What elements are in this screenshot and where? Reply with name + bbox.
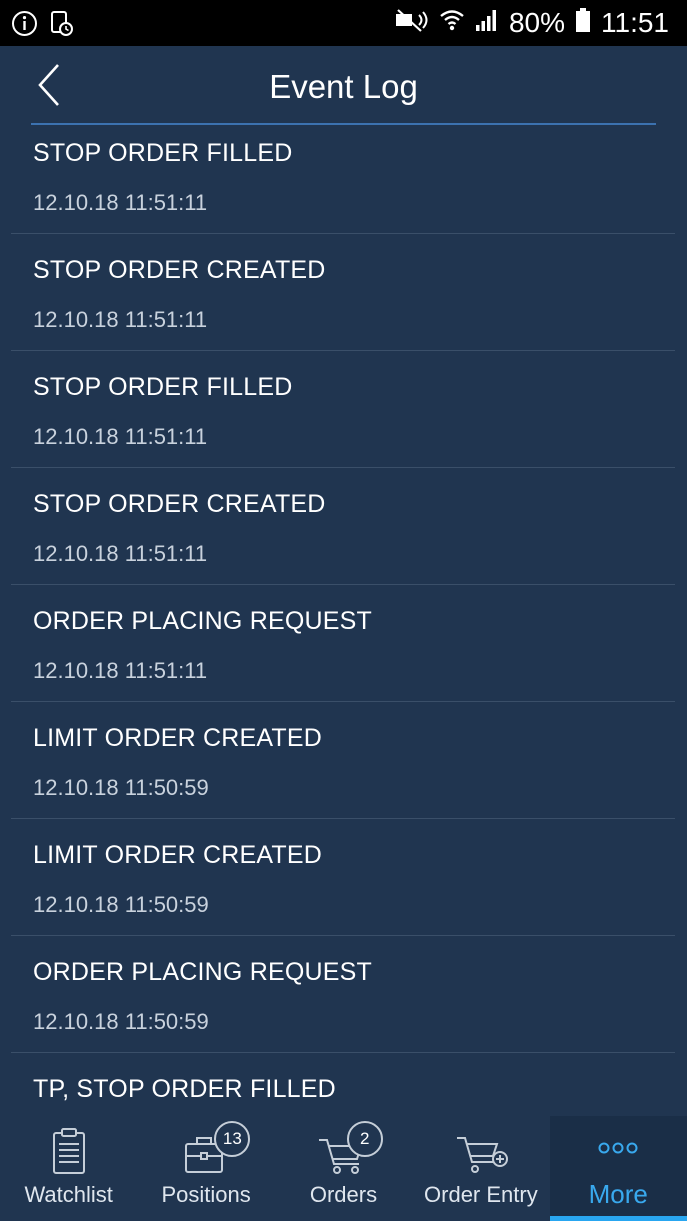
info-icon [11, 10, 38, 42]
wifi-icon [439, 7, 465, 40]
nav-item-order-entry[interactable]: Order Entry [412, 1116, 549, 1221]
nav-label: Orders [309, 1182, 378, 1207]
event-title: ORDER PLACING REQUEST [33, 607, 372, 635]
status-time: 11:51 [601, 7, 669, 38]
header: Event Log [0, 46, 687, 126]
event-time: 12.10.18 11:51:11 [33, 541, 208, 566]
bottom-nav: Watchlist 13 Positions 2 Orders Order En… [0, 1116, 687, 1221]
list-item[interactable]: ORDER PLACING REQUEST 12.10.18 11:50:59 [11, 936, 675, 1053]
list-item[interactable]: STOP ORDER FILLED 12.10.18 11:51:11 [11, 140, 675, 234]
event-title: STOP ORDER FILLED [33, 140, 293, 167]
event-time: 12.10.18 11:51:11 [33, 190, 208, 215]
signal-icon [475, 7, 499, 40]
event-title: ORDER PLACING REQUEST [33, 958, 372, 986]
event-list[interactable]: STOP ORDER FILLED 12.10.18 11:51:11 STOP… [0, 140, 687, 1116]
battery-icon [575, 7, 591, 40]
nav-item-watchlist[interactable]: Watchlist [0, 1116, 137, 1221]
cart-add-icon [451, 1128, 511, 1178]
active-indicator [549, 1216, 687, 1221]
list-item[interactable]: LIMIT ORDER CREATED 12.10.18 11:50:59 [11, 819, 675, 936]
nav-label: Positions [161, 1182, 251, 1207]
event-title: STOP ORDER FILLED [33, 373, 293, 401]
event-time: 12.10.18 11:51:11 [33, 307, 208, 332]
positions-badge: 13 [214, 1121, 251, 1157]
event-title: LIMIT ORDER CREATED [33, 841, 323, 869]
nav-label: Order Entry [424, 1182, 538, 1207]
list-item[interactable]: STOP ORDER FILLED 12.10.18 11:51:11 [11, 351, 675, 468]
nav-item-positions[interactable]: 13 Positions [137, 1116, 274, 1221]
orders-badge: 2 [346, 1121, 383, 1157]
event-title: STOP ORDER CREATED [33, 490, 326, 518]
list-item[interactable]: ORDER PLACING REQUEST 12.10.18 11:51:11 [11, 585, 675, 702]
nav-label: Watchlist [24, 1182, 113, 1207]
list-item[interactable]: TP, STOP ORDER FILLED [11, 1053, 675, 1116]
event-time: 12.10.18 11:50:59 [33, 775, 209, 800]
event-title: LIMIT ORDER CREATED [33, 724, 323, 752]
list-item[interactable]: STOP ORDER CREATED 12.10.18 11:51:11 [11, 468, 675, 585]
header-divider [31, 123, 656, 125]
event-time: 12.10.18 11:51:11 [33, 424, 208, 449]
clipboard-icon [39, 1128, 99, 1178]
event-title: TP, STOP ORDER FILLED [33, 1075, 336, 1103]
more-dots-icon [588, 1128, 648, 1178]
event-title: STOP ORDER CREATED [33, 256, 326, 284]
list-item[interactable]: LIMIT ORDER CREATED 12.10.18 11:50:59 [11, 702, 675, 819]
status-bar: 80% 11:51 [0, 0, 687, 46]
event-time: 12.10.18 11:50:59 [33, 892, 209, 917]
battery-percent: 80% [508, 7, 565, 38]
mute-icon [393, 7, 429, 40]
event-time: 12.10.18 11:50:59 [33, 1009, 209, 1034]
page-title: Event Log [269, 68, 418, 105]
nav-item-more[interactable]: More [549, 1116, 687, 1221]
event-time: 12.10.18 11:51:11 [33, 658, 208, 683]
nav-label: More [588, 1179, 648, 1209]
list-item[interactable]: STOP ORDER CREATED 12.10.18 11:51:11 [11, 234, 675, 351]
nav-item-orders[interactable]: 2 Orders [275, 1116, 412, 1221]
screen-record-icon [50, 10, 74, 42]
